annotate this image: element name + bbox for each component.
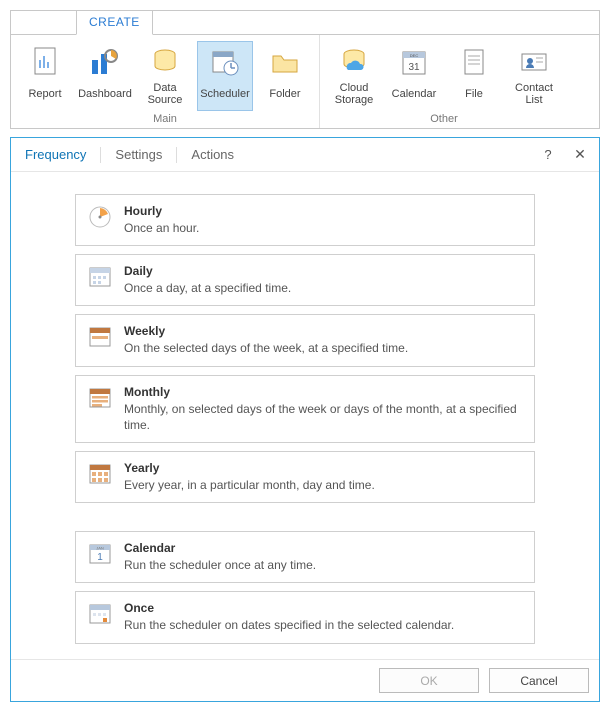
group-caption: Other: [326, 111, 562, 128]
calendar-label: Calendar: [389, 82, 439, 108]
tab-separator: [176, 147, 177, 163]
option-description: Once an hour.: [124, 220, 522, 236]
scheduler-button[interactable]: Scheduler: [197, 41, 253, 111]
help-button[interactable]: ?: [539, 147, 557, 162]
option-description: Once a day, at a specified time.: [124, 280, 522, 296]
frequency-option-yearly[interactable]: Yearly Every year, in a particular month,…: [75, 451, 535, 503]
option-title: Daily: [124, 264, 522, 278]
option-description: Run the scheduler on dates specified in …: [124, 617, 522, 633]
option-title: Calendar: [124, 541, 522, 555]
datasource-icon: [149, 46, 181, 78]
contact-icon: [518, 46, 550, 78]
weekly-icon: [88, 325, 112, 349]
ok-button[interactable]: OK: [379, 668, 479, 693]
dialog-tab-frequency[interactable]: Frequency: [21, 147, 90, 162]
scheduler-label: Scheduler: [200, 82, 250, 108]
contacts-label: Contact List: [509, 82, 559, 108]
ribbon-group-main: Report Dashboard Data Source Scheduler Folde…: [11, 35, 320, 128]
dialog-header: Frequency Settings Actions ? ✕: [11, 138, 599, 172]
once-icon: [88, 602, 112, 626]
folder-button[interactable]: Folder: [257, 41, 313, 111]
file-icon: [458, 46, 490, 78]
hourly-icon: [88, 205, 112, 229]
group-caption: Main: [17, 111, 313, 128]
frequency-option-calendar[interactable]: Calendar Run the scheduler once at any ti…: [75, 531, 535, 583]
dialog-tab-actions[interactable]: Actions: [187, 147, 238, 162]
monthly-icon: [88, 386, 112, 410]
frequency-option-hourly[interactable]: Hourly Once an hour.: [75, 194, 535, 246]
tab-create[interactable]: CREATE: [76, 10, 153, 35]
contacts-button[interactable]: Contact List: [506, 41, 562, 111]
cloud-button[interactable]: Cloud Storage: [326, 41, 382, 111]
calendar-icon: [398, 46, 430, 78]
cloud-icon: [338, 46, 370, 78]
option-title: Weekly: [124, 324, 522, 338]
ribbon: CREATE Report Dashboard Data Source Schedul…: [10, 10, 600, 129]
frequency-option-weekly[interactable]: Weekly On the selected days of the week, …: [75, 314, 535, 366]
frequency-option-monthly[interactable]: Monthly Monthly, on selected days of the …: [75, 375, 535, 443]
scheduler-icon: [209, 46, 241, 78]
dashboard-label: Dashboard: [80, 82, 130, 108]
option-description: Monthly, on selected days of the week or…: [124, 401, 522, 433]
report-label: Report: [20, 82, 70, 108]
report-icon: [29, 46, 61, 78]
cloud-label: Cloud Storage: [329, 82, 379, 108]
scheduler-dialog: Frequency Settings Actions ? ✕ Hourly Once …: [10, 137, 600, 702]
frequency-option-once[interactable]: Once Run the scheduler on dates specified…: [75, 591, 535, 643]
dialog-tab-settings[interactable]: Settings: [111, 147, 166, 162]
folder-label: Folder: [260, 82, 310, 108]
dialog-body: Hourly Once an hour. Daily Once a day, at a…: [11, 172, 599, 659]
dialog-footer: OK Cancel: [11, 659, 599, 701]
tab-separator: [100, 147, 101, 163]
daily-icon: [88, 265, 112, 289]
close-button[interactable]: ✕: [571, 146, 589, 163]
ribbon-group-other: Cloud Storage Calendar File Contact List Oth…: [320, 35, 568, 128]
cancel-button[interactable]: Cancel: [489, 668, 589, 693]
option-title: Once: [124, 601, 522, 615]
dashboard-icon: [89, 46, 121, 78]
option-title: Hourly: [124, 204, 522, 218]
option-title: Yearly: [124, 461, 522, 475]
folder-icon: [269, 46, 301, 78]
dashboard-button[interactable]: Dashboard: [77, 41, 133, 111]
report-button[interactable]: Report: [17, 41, 73, 111]
option-description: On the selected days of the week, at a s…: [124, 340, 522, 356]
option-description: Every year, in a particular month, day a…: [124, 477, 522, 493]
file-button[interactable]: File: [446, 41, 502, 111]
datasource-button[interactable]: Data Source: [137, 41, 193, 111]
datasource-label: Data Source: [140, 82, 190, 108]
file-label: File: [449, 82, 499, 108]
yearly-icon: [88, 462, 112, 486]
calendar-opt-icon: [88, 542, 112, 566]
ribbon-tabstrip: CREATE: [11, 11, 599, 35]
option-description: Run the scheduler once at any time.: [124, 557, 522, 573]
frequency-option-daily[interactable]: Daily Once a day, at a specified time.: [75, 254, 535, 306]
calendar-button[interactable]: Calendar: [386, 41, 442, 111]
option-title: Monthly: [124, 385, 522, 399]
